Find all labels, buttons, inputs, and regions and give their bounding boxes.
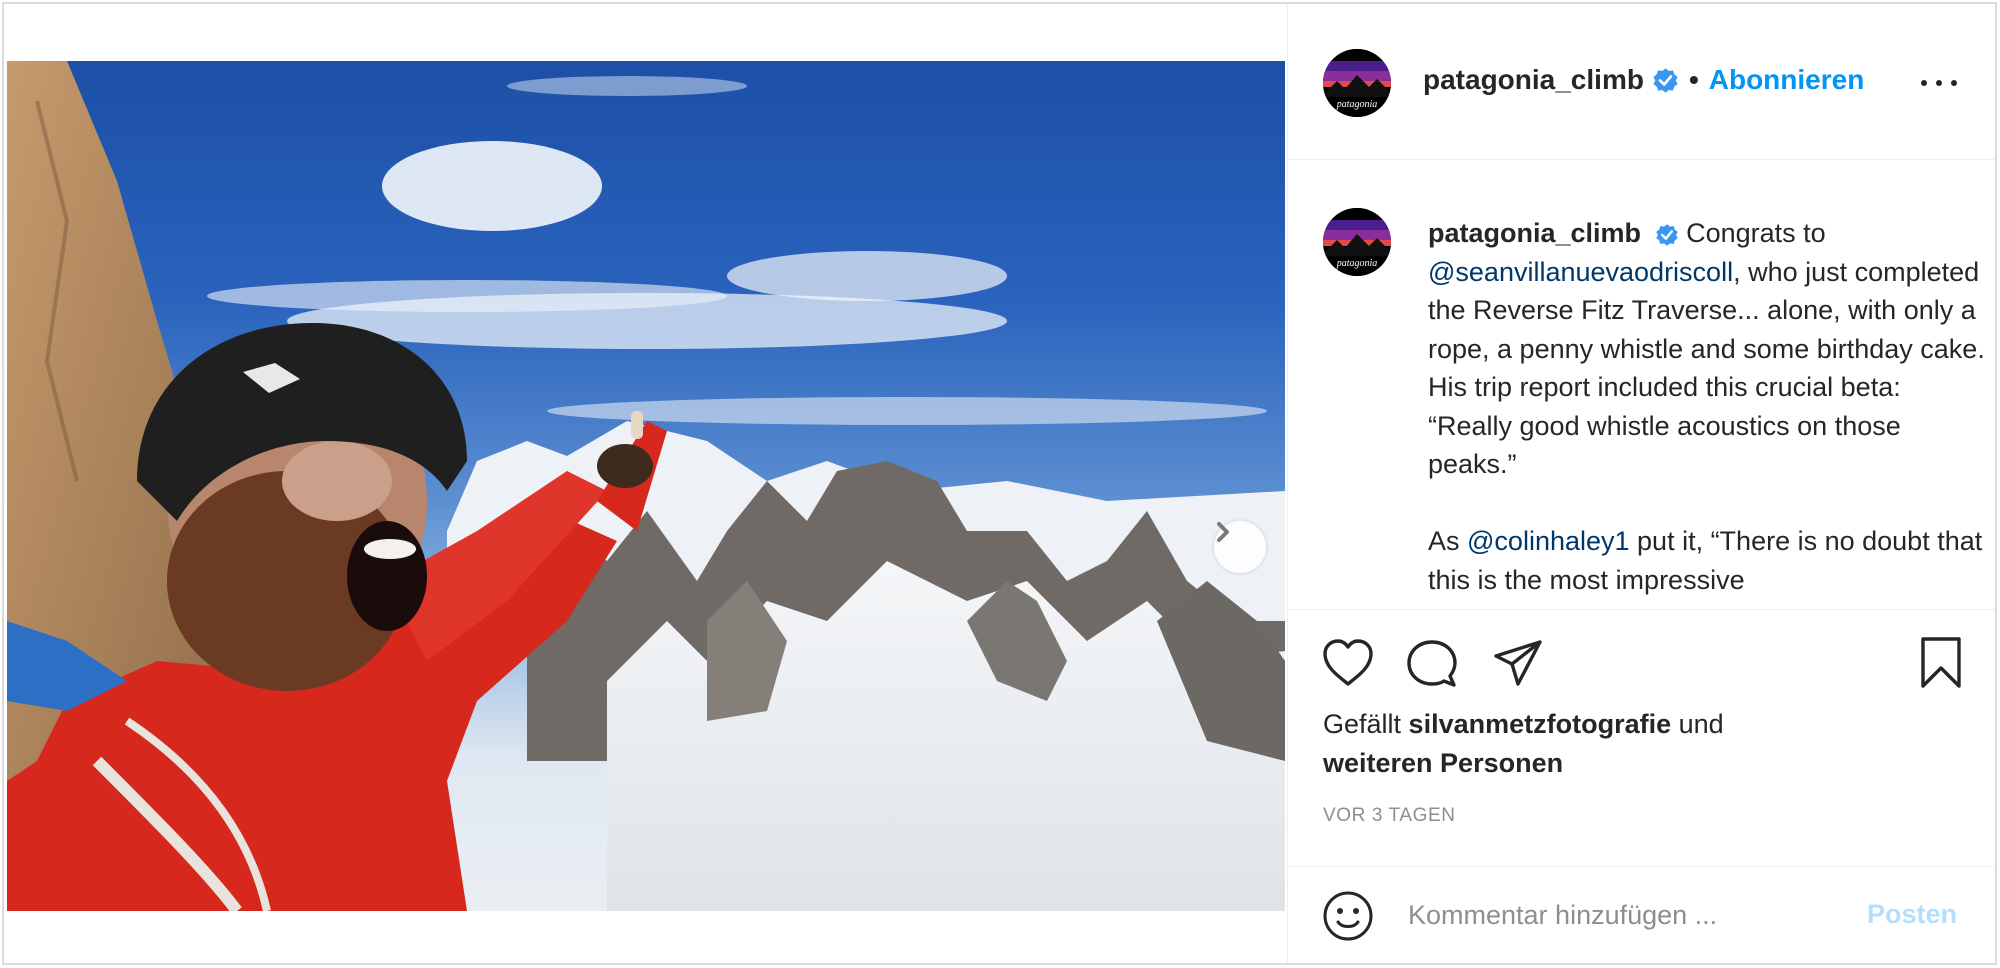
heart-icon[interactable]	[1321, 638, 1375, 688]
mention-link[interactable]: @seanvillanuevaodriscoll	[1428, 257, 1733, 287]
chevron-right-icon	[1217, 522, 1229, 542]
verified-icon	[1653, 67, 1678, 93]
caption-part: As	[1428, 526, 1468, 556]
post-sidebar: patagonia patagonia_climb • Abonnieren p…	[1287, 4, 1995, 963]
post-author-row: patagonia_climb • Abonnieren	[1423, 64, 1864, 96]
post-header: patagonia patagonia_climb • Abonnieren	[1288, 4, 1995, 160]
post-username[interactable]: patagonia_climb	[1423, 64, 1644, 96]
patagonia-logo-icon: patagonia	[1323, 208, 1391, 276]
post-comment-button[interactable]: Posten	[1867, 899, 1957, 930]
caption-part: , who just completed the Reverse Fitz Tr…	[1428, 256, 1985, 480]
follow-button[interactable]: Abonnieren	[1709, 64, 1865, 96]
more-options-button[interactable]	[1921, 68, 1957, 98]
emoji-icon[interactable]	[1321, 889, 1375, 943]
mention-link[interactable]: @colinhaley1	[1467, 526, 1630, 556]
likes-prefix: Gefällt	[1323, 709, 1409, 739]
caption-avatar[interactable]: patagonia	[1323, 208, 1391, 276]
photo-illustration	[7, 61, 1285, 911]
bookmark-icon[interactable]	[1919, 636, 1963, 690]
patagonia-logo-icon: patagonia	[1323, 49, 1391, 117]
share-icon[interactable]	[1492, 638, 1544, 688]
caption-username[interactable]: patagonia_climb	[1428, 218, 1641, 248]
separator-dot: •	[1688, 64, 1699, 95]
likes-others-link[interactable]: weiteren Personen	[1323, 748, 1563, 778]
comment-icon[interactable]	[1406, 638, 1458, 690]
caption-part: Congrats to	[1678, 218, 1826, 248]
likes-middle: und	[1671, 709, 1724, 739]
svg-text:patagonia: patagonia	[1336, 258, 1378, 269]
post-photo[interactable]	[7, 61, 1285, 911]
caption-section: patagonia patagonia_climb Congrats to @s…	[1288, 160, 1995, 608]
liked-by-user[interactable]: silvanmetzfotografie	[1409, 709, 1672, 739]
avatar[interactable]: patagonia	[1323, 49, 1391, 117]
post-window: patagonia patagonia_climb • Abonnieren p…	[2, 2, 1997, 965]
comment-input[interactable]	[1406, 889, 1830, 941]
verified-icon	[1655, 224, 1678, 246]
likes-summary: Gefällt silvanmetzfotografie und weitere…	[1323, 705, 1943, 782]
carousel-next-button[interactable]	[1214, 521, 1266, 573]
post-timestamp[interactable]: VOR 3 TAGEN	[1323, 805, 1456, 827]
post-actions: Gefällt silvanmetzfotografie und weitere…	[1288, 609, 1995, 866]
comment-bar: Posten	[1288, 866, 1995, 963]
caption-text: patagonia_climb Congrats to @seanvillanu…	[1428, 214, 1988, 599]
svg-text:patagonia: patagonia	[1336, 99, 1378, 110]
more-icon	[1921, 80, 1927, 86]
